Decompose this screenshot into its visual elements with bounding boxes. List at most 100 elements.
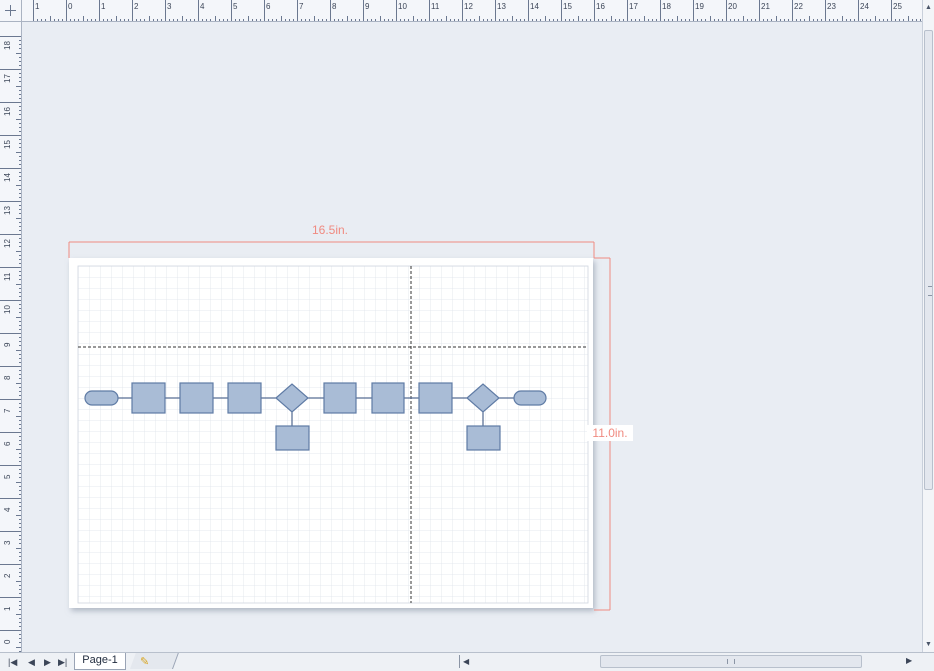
- ruler-tick: [0, 168, 21, 169]
- flowchart-branch-process-2[interactable]: [466, 425, 501, 451]
- ruler-tick: [198, 0, 199, 21]
- last-page-icon[interactable]: ▶|: [58, 657, 67, 668]
- vertical-ruler-label: 14: [3, 173, 12, 182]
- vertical-ruler-label: 18: [3, 41, 12, 50]
- horizontal-ruler-label: 3: [167, 2, 172, 11]
- ruler-origin-corner[interactable]: [0, 0, 22, 22]
- horizontal-scroll-thumb[interactable]: [600, 655, 862, 668]
- flowchart-process-2[interactable]: [179, 382, 214, 414]
- horizontal-ruler-label: 1: [35, 2, 40, 11]
- flowchart-process-3[interactable]: [227, 382, 262, 414]
- height-dimension-label: 11.0in.: [592, 426, 627, 440]
- vertical-ruler-label: 0: [3, 639, 12, 644]
- scroll-right-arrow-icon[interactable]: ▶: [906, 656, 912, 665]
- ruler-tick: [660, 0, 661, 21]
- ruler-tick: [0, 432, 21, 433]
- next-page-icon[interactable]: ▶: [44, 657, 51, 668]
- ruler-tick: [792, 0, 793, 21]
- horizontal-scroll-grip-icon: [727, 659, 735, 664]
- horizontal-ruler-label: 7: [299, 2, 304, 11]
- ruler-tick: [891, 0, 892, 21]
- ruler-tick: [0, 267, 21, 268]
- ruler-tick: [0, 366, 21, 367]
- horizontal-ruler-label: 17: [629, 2, 638, 11]
- ruler-tick: [0, 135, 21, 136]
- horizontal-ruler-label: 22: [794, 2, 803, 11]
- flowchart-process-6[interactable]: [418, 382, 453, 414]
- vertical-ruler-label: 2: [3, 573, 12, 578]
- horizontal-ruler-label: 5: [233, 2, 238, 11]
- ruler-tick: [627, 0, 628, 21]
- flowchart-process-1[interactable]: [131, 382, 166, 414]
- ruler-tick: [0, 498, 21, 499]
- ruler-tick: [0, 630, 21, 631]
- horizontal-ruler-label: 13: [497, 2, 506, 11]
- page-tab-page-1[interactable]: Page-1: [74, 653, 126, 670]
- ruler-tick: [264, 0, 265, 21]
- horizontal-ruler-label: 20: [728, 2, 737, 11]
- vertical-ruler-label: 7: [3, 408, 12, 413]
- ruler-tick: [0, 36, 21, 37]
- horizontal-ruler-label: 9: [365, 2, 370, 11]
- horizontal-ruler-label: 0: [68, 2, 73, 11]
- horizontal-ruler-label: 14: [530, 2, 539, 11]
- ruler-tick: [396, 0, 397, 21]
- ruler-tick: [0, 234, 21, 235]
- scroll-down-arrow-icon[interactable]: ▼: [925, 641, 932, 648]
- flowchart-end-terminator[interactable]: [513, 390, 547, 406]
- insert-page-icon[interactable]: ✎: [140, 655, 149, 668]
- flowchart-process-5[interactable]: [371, 382, 405, 414]
- ruler-tick: [0, 69, 21, 70]
- vertical-ruler-label: 5: [3, 474, 12, 479]
- ruler-tick: [561, 0, 562, 21]
- ruler-tick: [0, 597, 21, 598]
- ruler-tick: [0, 333, 21, 334]
- scroll-grip-icon: [928, 286, 932, 296]
- horizontal-ruler[interactable]: 1 0 1 2 3 4 5 6 7 8 9 10 11 12 13 14 15 16 17 18 19 20 21 22 23 2…: [22, 0, 922, 22]
- vertical-ruler-label: 3: [3, 540, 12, 545]
- ruler-tick: [0, 564, 21, 565]
- ruler-tick: [594, 0, 595, 21]
- ruler-tick: [0, 531, 21, 532]
- horizontal-ruler-label: 23: [827, 2, 836, 11]
- vertical-ruler-label: 9: [3, 342, 12, 347]
- ruler-tick: [33, 0, 34, 21]
- ruler-tick: [231, 0, 232, 21]
- horizontal-ruler-label: 18: [662, 2, 671, 11]
- horizontal-ruler-label: 21: [761, 2, 770, 11]
- vertical-ruler-label: 12: [3, 239, 12, 248]
- ruler-tick: [429, 0, 430, 21]
- horizontal-ruler-label: 24: [860, 2, 869, 11]
- vertical-ruler-label: 4: [3, 507, 12, 512]
- horizontal-ruler-label: 2: [134, 2, 139, 11]
- horizontal-ruler-label: 6: [266, 2, 271, 11]
- insert-page-tab[interactable]: [130, 653, 179, 669]
- horizontal-ruler-label: 8: [332, 2, 337, 11]
- vertical-ruler-label: 8: [3, 375, 12, 380]
- previous-page-icon[interactable]: ◀: [28, 657, 35, 668]
- vertical-scrollbar[interactable]: ▲ ▼: [922, 0, 934, 652]
- ruler-tick: [0, 102, 21, 103]
- vertical-ruler-label: 15: [3, 140, 12, 149]
- vertical-ruler-label: 6: [3, 441, 12, 446]
- vertical-scroll-thumb[interactable]: [924, 30, 933, 490]
- flowchart-process-4[interactable]: [323, 382, 357, 414]
- ruler-tick: [330, 0, 331, 21]
- ruler-tick: [99, 0, 100, 21]
- ruler-tick: [0, 300, 21, 301]
- ruler-tick: [0, 465, 21, 466]
- flowchart-start-terminator[interactable]: [84, 390, 119, 406]
- ruler-tick: [0, 399, 21, 400]
- flowchart-branch-process-1[interactable]: [275, 425, 310, 451]
- scroll-up-arrow-icon[interactable]: ▲: [925, 4, 932, 11]
- horizontal-ruler-label: 25: [893, 2, 902, 11]
- drawing-canvas[interactable]: 16.5in. 11.0in.: [22, 22, 920, 652]
- first-page-icon[interactable]: |◀: [8, 657, 17, 668]
- vertical-ruler[interactable]: 18 17 16 15 14 13 12 11 10 9 8 7 6 5 4 3 2 1 0: [0, 22, 22, 652]
- ruler-tick: [528, 0, 529, 21]
- ruler-tick: [0, 201, 21, 202]
- horizontal-ruler-label: 19: [695, 2, 704, 11]
- ruler-tick: [726, 0, 727, 21]
- ruler-tick: [759, 0, 760, 21]
- scroll-left-arrow-icon[interactable]: ◀: [459, 655, 473, 668]
